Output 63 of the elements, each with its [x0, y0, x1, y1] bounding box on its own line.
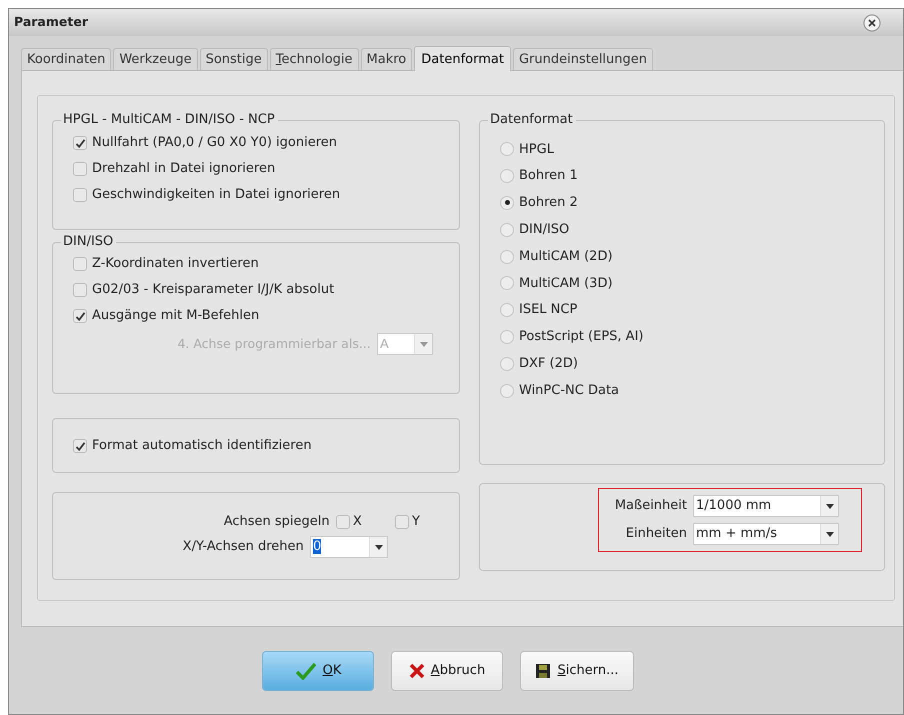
checkbox-label: Nullfahrt (PA0,0 / G0 X0 Y0) igonieren	[92, 134, 338, 152]
radio-button[interactable]	[500, 196, 514, 210]
radio-label: ISEL NCP	[519, 301, 578, 320]
radio-button[interactable]	[500, 142, 514, 156]
checkbox-label: Ausgänge mit M-Befehlen	[92, 307, 260, 326]
checkbox[interactable]	[73, 136, 87, 150]
tab[interactable]: Koordinaten	[21, 48, 112, 70]
check-icon	[294, 662, 317, 680]
checkbox-label: Y	[412, 513, 420, 532]
dialog-button[interactable]: Abbruch	[391, 651, 503, 691]
dialog-button[interactable]: Sichern...	[520, 651, 634, 691]
radio-label: HPGL	[519, 140, 554, 159]
checkbox[interactable]	[336, 515, 350, 529]
checkbox[interactable]	[73, 188, 87, 202]
checkbox-label: Format automatisch identifizieren	[92, 437, 312, 456]
radio-button[interactable]	[500, 330, 514, 344]
field-label: Maßeinheit	[614, 497, 687, 516]
radio-button[interactable]	[500, 222, 514, 237]
dropdown[interactable]: 0	[310, 536, 388, 558]
checkbox-label: Geschwindigkeiten in Datei ignorieren	[92, 186, 340, 204]
checkbox[interactable]	[395, 515, 409, 529]
tab[interactable]: Technologie	[270, 48, 359, 70]
radio-label: MultiCAM (2D)	[519, 248, 613, 266]
checkbox-label: G02/03 - Kreisparameter I/J/K absolut	[92, 281, 334, 300]
radio-label: WinPC-NC Data	[519, 382, 620, 400]
tab[interactable]: Datenformat	[414, 46, 511, 71]
checkbox-label: Z-Koordinaten invertieren	[92, 255, 259, 274]
radio-label: DIN/ISO	[519, 221, 570, 240]
checkbox[interactable]	[73, 257, 87, 271]
cross-icon	[408, 663, 425, 679]
caret-icon[interactable]	[826, 532, 834, 536]
radio-label: Bohren 1	[519, 167, 578, 186]
checkbox[interactable]	[73, 439, 87, 453]
checkbox[interactable]	[73, 309, 87, 323]
radio-label: MultiCAM (3D)	[519, 274, 613, 293]
field-label: Einheiten	[626, 525, 687, 544]
dialog-button[interactable]: OK	[262, 651, 374, 691]
tab[interactable]: Werkzeuge	[113, 48, 198, 70]
dropdown[interactable]: mm + mm/s	[693, 523, 839, 545]
radio-label: Bohren 2	[519, 194, 578, 212]
tab[interactable]: Sonstige	[200, 48, 268, 70]
field-label: Achsen spiegeln	[224, 513, 330, 532]
tab[interactable]: Grundeinstellungen	[512, 48, 654, 70]
caret-icon[interactable]	[826, 504, 834, 508]
tab[interactable]: Makro	[360, 48, 412, 70]
radio-label: PostScript (EPS, AI)	[519, 328, 644, 346]
field-label: X/Y-Achsen drehen	[182, 538, 304, 556]
window-title: Parameter	[14, 13, 89, 32]
radio-button[interactable]	[500, 250, 514, 264]
checkbox[interactable]	[73, 283, 87, 297]
dropdown[interactable]: 1/1000 mm	[693, 495, 839, 517]
checkbox-label: X	[352, 513, 362, 532]
radio-button[interactable]	[500, 384, 514, 398]
radio-button[interactable]	[500, 303, 514, 318]
radio-label: DXF (2D)	[519, 355, 578, 374]
caret-icon[interactable]	[374, 544, 382, 550]
close-icon[interactable]	[863, 14, 881, 32]
checkbox-label: Drehzahl in Datei ignorieren	[92, 160, 276, 178]
checkbox[interactable]	[73, 162, 87, 176]
radio-button[interactable]	[500, 276, 514, 290]
radio-button[interactable]	[500, 169, 514, 184]
field-label: 4. Achse programmierbar als...	[177, 334, 371, 353]
radio-button[interactable]	[500, 356, 514, 371]
